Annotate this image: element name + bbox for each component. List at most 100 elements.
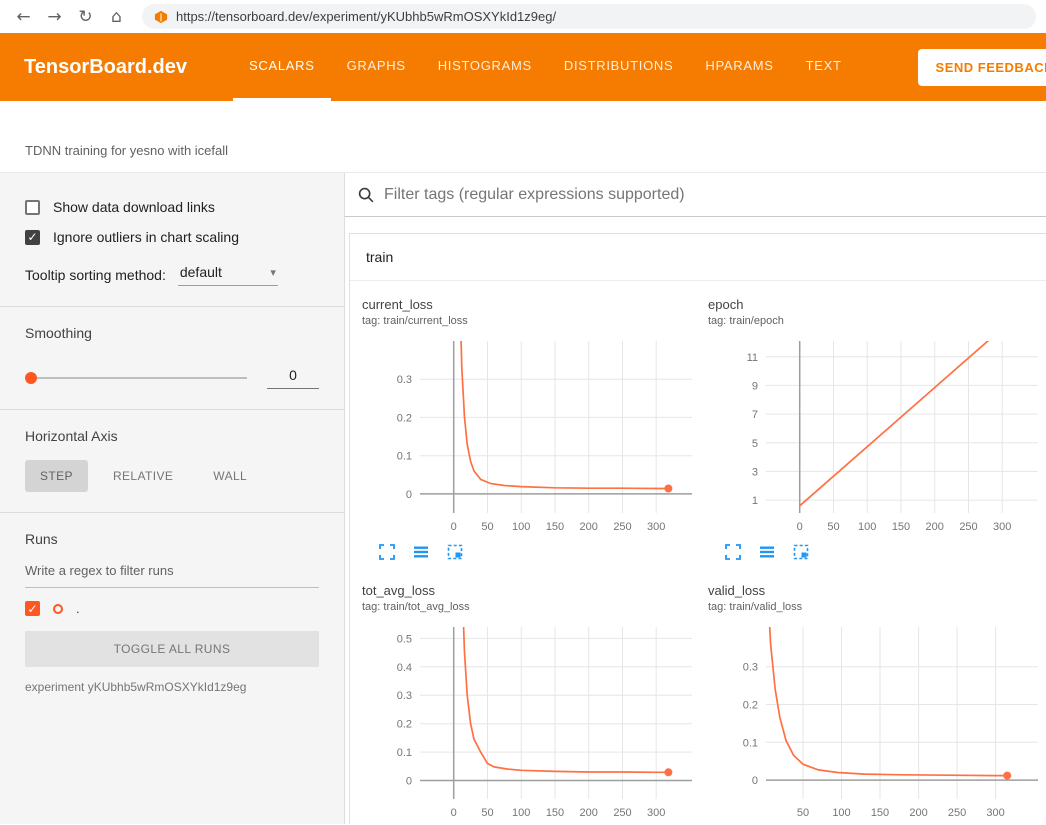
chart-card: current_losstag: train/current_loss00.10… xyxy=(362,297,702,561)
section-title: train xyxy=(366,249,393,265)
svg-text:11: 11 xyxy=(747,352,758,364)
fullscreen-icon[interactable] xyxy=(724,543,742,561)
svg-text:0.2: 0.2 xyxy=(397,719,412,731)
back-icon[interactable]: ← xyxy=(10,3,37,30)
content: Show data download links Ignore outliers… xyxy=(0,173,1046,824)
chart-title: tot_avg_loss xyxy=(362,583,702,598)
ignore-outliers-row: Ignore outliers in chart scaling xyxy=(25,229,319,245)
nav-tabs: SCALARS GRAPHS HISTOGRAMS DISTRIBUTIONS … xyxy=(233,33,858,101)
subheader: TDNN training for yesno with icefall xyxy=(0,101,1046,173)
reload-icon[interactable]: ↻ xyxy=(72,3,99,30)
fullscreen-icon[interactable] xyxy=(378,543,396,561)
svg-text:150: 150 xyxy=(892,521,910,533)
show-download-links-checkbox[interactable] xyxy=(25,200,40,215)
experiment-id-label: experiment yKUbhb5wRmOSXYkId1z9eg xyxy=(25,680,319,694)
run-checkbox[interactable] xyxy=(25,601,40,616)
fit-domain-icon[interactable] xyxy=(446,543,464,561)
chart-tag: tag: train/current_loss xyxy=(362,315,702,327)
forward-icon[interactable]: → xyxy=(41,3,68,30)
tooltip-sorting-select[interactable]: default ▾ xyxy=(178,263,278,286)
svg-text:50: 50 xyxy=(481,807,493,819)
chart-tag: tag: train/epoch xyxy=(708,315,1046,327)
svg-text:0.2: 0.2 xyxy=(397,412,412,424)
address-bar[interactable]: https://tensorboard.dev/experiment/yKUbh… xyxy=(142,4,1036,29)
ignore-outliers-label: Ignore outliers in chart scaling xyxy=(53,229,239,245)
svg-text:0.3: 0.3 xyxy=(397,374,412,386)
show-download-links-row: Show data download links xyxy=(25,199,319,215)
axis-wall-button[interactable]: WALL xyxy=(198,460,262,492)
smoothing-slider-row: 0 xyxy=(25,367,319,389)
tab-scalars[interactable]: SCALARS xyxy=(233,33,331,101)
smoothing-slider[interactable] xyxy=(25,371,247,385)
chart-title: valid_loss xyxy=(708,583,1046,598)
home-icon[interactable]: ⌂ xyxy=(103,3,130,30)
svg-text:250: 250 xyxy=(959,521,977,533)
svg-text:50: 50 xyxy=(827,521,839,533)
filter-tags-input[interactable] xyxy=(384,186,1034,204)
log-scale-icon[interactable] xyxy=(412,543,430,561)
run-color-swatch xyxy=(53,604,63,614)
svg-text:100: 100 xyxy=(832,807,850,819)
svg-text:3: 3 xyxy=(752,466,758,478)
svg-text:0.1: 0.1 xyxy=(397,451,412,463)
horizontal-axis-buttons: STEP RELATIVE WALL xyxy=(25,460,319,492)
tab-text[interactable]: TEXT xyxy=(790,33,858,101)
svg-text:300: 300 xyxy=(647,807,665,819)
chart-tag: tag: train/tot_avg_loss xyxy=(362,601,702,613)
train-section-header[interactable]: train xyxy=(350,234,1046,281)
axis-relative-button[interactable]: RELATIVE xyxy=(98,460,188,492)
main-content: train current_losstag: train/current_los… xyxy=(345,173,1046,824)
svg-text:0.2: 0.2 xyxy=(743,700,758,712)
run-name[interactable]: . xyxy=(76,601,80,616)
chart-plot[interactable]: 00.10.20.3050100150200250300 xyxy=(362,333,702,539)
run-row[interactable]: . xyxy=(25,601,319,616)
runs-label: Runs xyxy=(25,531,319,547)
toggle-all-runs-button[interactable]: TOGGLE ALL RUNS xyxy=(25,631,319,667)
chart-card: epochtag: train/epoch1357911050100150200… xyxy=(708,297,1046,561)
svg-text:0.1: 0.1 xyxy=(743,737,758,749)
tooltip-sorting-label: Tooltip sorting method: xyxy=(25,267,166,283)
tooltip-sorting-value: default xyxy=(180,264,222,280)
chart-plot[interactable]: 00.10.20.30.40.5050100150200250300 xyxy=(362,619,702,824)
chart-plot[interactable]: 00.10.20.350100150200250300 xyxy=(708,619,1046,824)
chart-tag: tag: train/valid_loss xyxy=(708,601,1046,613)
svg-text:300: 300 xyxy=(993,521,1011,533)
slider-knob[interactable] xyxy=(25,372,37,384)
svg-text:0: 0 xyxy=(406,489,412,501)
tensorboard-logo[interactable]: TensorBoard.dev xyxy=(24,56,187,79)
smoothing-value-input[interactable]: 0 xyxy=(267,367,319,389)
search-icon xyxy=(357,186,375,204)
svg-text:0: 0 xyxy=(451,807,457,819)
chart-toolbar xyxy=(362,543,702,561)
url-text: https://tensorboard.dev/experiment/yKUbh… xyxy=(176,9,556,24)
chart-toolbar xyxy=(708,543,1046,561)
tab-distributions[interactable]: DISTRIBUTIONS xyxy=(548,33,690,101)
horizontal-axis-label: Horizontal Axis xyxy=(25,428,319,444)
svg-text:250: 250 xyxy=(613,521,631,533)
send-feedback-button[interactable]: SEND FEEDBACK xyxy=(918,49,1046,86)
chart-plot[interactable]: 1357911050100150200250300 xyxy=(708,333,1046,539)
tab-graphs[interactable]: GRAPHS xyxy=(331,33,422,101)
svg-text:200: 200 xyxy=(580,807,598,819)
svg-text:0: 0 xyxy=(752,775,758,787)
tab-histograms[interactable]: HISTOGRAMS xyxy=(422,33,548,101)
fit-domain-icon[interactable] xyxy=(792,543,810,561)
runs-filter-input[interactable] xyxy=(25,555,319,588)
axis-step-button[interactable]: STEP xyxy=(25,460,88,492)
show-download-links-label: Show data download links xyxy=(53,199,215,215)
svg-text:50: 50 xyxy=(797,807,809,819)
slider-track[interactable] xyxy=(25,377,247,379)
svg-text:150: 150 xyxy=(546,807,564,819)
svg-text:0: 0 xyxy=(451,521,457,533)
tab-hparams[interactable]: HPARAMS xyxy=(689,33,789,101)
svg-text:0.4: 0.4 xyxy=(397,662,412,674)
ignore-outliers-checkbox[interactable] xyxy=(25,230,40,245)
log-scale-icon[interactable] xyxy=(758,543,776,561)
tag-filter-bar xyxy=(345,173,1046,217)
train-section-card: train current_losstag: train/current_los… xyxy=(349,233,1046,824)
svg-text:0.3: 0.3 xyxy=(397,690,412,702)
svg-text:0: 0 xyxy=(406,776,412,788)
chart-card: valid_losstag: train/valid_loss00.10.20.… xyxy=(708,583,1046,824)
svg-text:250: 250 xyxy=(948,807,966,819)
smoothing-label: Smoothing xyxy=(25,325,319,341)
